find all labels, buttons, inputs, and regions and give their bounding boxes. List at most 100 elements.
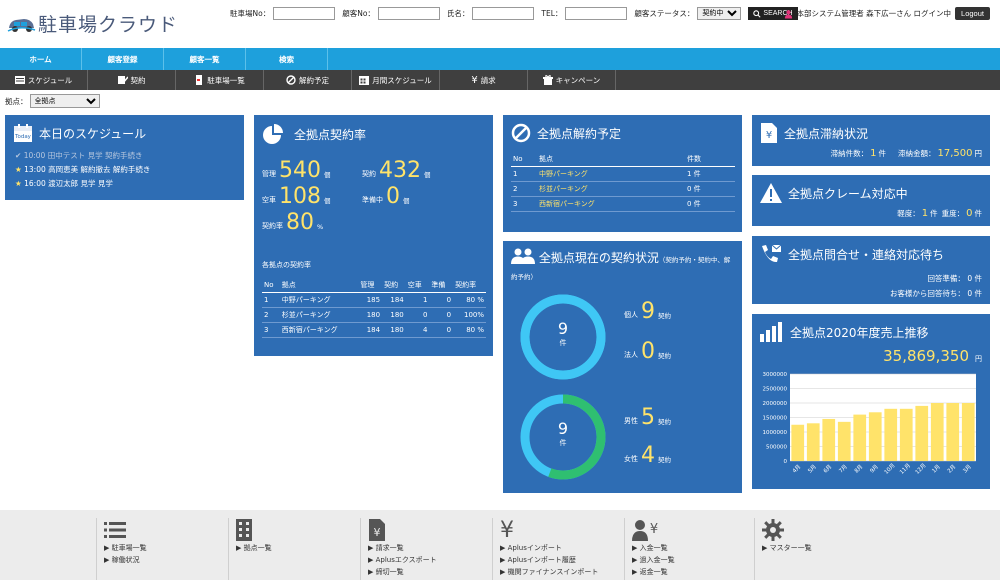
logout-button[interactable]: Logout bbox=[955, 7, 990, 20]
y-tick-label: 2000000 bbox=[763, 401, 788, 407]
nav-home[interactable]: ホーム bbox=[0, 48, 82, 70]
nav-parking-list[interactable]: 駐車場一覧 bbox=[176, 70, 264, 90]
bar-chart-icon bbox=[760, 322, 782, 342]
nav-monthly-schedule[interactable]: 月間スケジュール bbox=[352, 70, 440, 90]
contract-label: 契約 bbox=[362, 170, 376, 178]
schedule-panel: Today 本日のスケジュール ✔ 10:00 田中テスト 見学 契約手続き ★… bbox=[5, 115, 244, 200]
current-contracts-header: 全拠点現在の契約状況（契約予約・契約中、解約予約） bbox=[503, 241, 742, 285]
cell: 185 bbox=[358, 292, 383, 308]
vacant-count: 108 bbox=[279, 184, 321, 209]
gear-icon bbox=[762, 519, 784, 541]
footer-link-label: 締切一覧 bbox=[375, 568, 404, 576]
location-link[interactable]: 西新宿パーキング bbox=[537, 196, 685, 212]
logo[interactable]: 駐車場クラウド bbox=[6, 10, 178, 37]
location-link[interactable]: 中野パーキング bbox=[537, 166, 685, 182]
schedule-item[interactable]: ★ 16:00 渡辺太郎 見学 見学 bbox=[15, 177, 234, 191]
claims-light-unit: 件 bbox=[930, 209, 938, 218]
contract-count: 432 bbox=[379, 158, 421, 183]
sales-bar bbox=[915, 405, 929, 461]
name-input[interactable] bbox=[472, 7, 535, 20]
customer-no-input[interactable] bbox=[377, 7, 440, 20]
footer-link[interactable]: ▶ Aplusインポート履歴 bbox=[500, 554, 624, 566]
footer-link[interactable]: ▶ 入金一覧 bbox=[632, 542, 756, 554]
contract-rate-panel: 全拠点契約率 管理 540 個 契約 432 個 空車 108 個 準備中 0 … bbox=[254, 115, 493, 356]
current-contracts-title: 全拠点現在の契約状況 bbox=[538, 251, 659, 265]
cell: 3 bbox=[262, 322, 280, 338]
nav-customer-list[interactable]: 顧客一覧 bbox=[164, 48, 246, 70]
schedule-title: 本日のスケジュール bbox=[39, 126, 147, 141]
table-row[interactable]: 3 西新宿パーキング 0 件 bbox=[511, 196, 735, 212]
table-row[interactable]: 2 杉並パーキング 180 180 0 0 100% bbox=[262, 307, 486, 323]
sales-bar bbox=[946, 403, 960, 461]
footer-link[interactable]: ▶ 返金一覧 bbox=[632, 566, 756, 578]
nav-schedule-label: スケジュール bbox=[27, 75, 73, 85]
parking-no-label: 駐車場No： bbox=[230, 9, 271, 18]
footer-link[interactable]: ▶ Aplusエクスポート bbox=[368, 554, 492, 566]
footer-col-import: ¥ ▶ Aplusインポート ▶ Aplusインポート履歴 ▶ 機関ファイナンス… bbox=[492, 518, 624, 580]
location-select[interactable]: 全拠点 bbox=[29, 94, 100, 108]
footer-link[interactable]: ▶ 締切一覧 bbox=[368, 566, 492, 578]
managed-count: 540 bbox=[279, 158, 321, 183]
schedule-panel-header: Today 本日のスケジュール bbox=[5, 115, 244, 143]
sales-bar bbox=[837, 421, 851, 461]
location-rate-title: 各拠点の契約率 bbox=[262, 261, 311, 269]
tel-input[interactable] bbox=[565, 7, 628, 20]
footer-link[interactable]: ▶ 請求一覧 bbox=[368, 542, 492, 554]
nav-contract-label: 契約 bbox=[130, 75, 146, 85]
footer-link[interactable]: ▶ Aplusインポート bbox=[500, 542, 624, 554]
parking-no-input[interactable] bbox=[273, 7, 336, 20]
footer-link[interactable]: ▶ マスター一覧 bbox=[762, 542, 886, 554]
claims-heavy-label: 重度： bbox=[941, 209, 965, 218]
claims-heavy-unit: 件 bbox=[974, 209, 983, 218]
location-link[interactable]: 杉並パーキング bbox=[537, 181, 685, 197]
contract-rate-header: 全拠点契約率 bbox=[254, 115, 493, 145]
footer-col-master: ▶ マスター一覧 bbox=[754, 518, 886, 580]
nav-campaign[interactable]: キャンペーン bbox=[528, 70, 616, 90]
schedule-text: 高岡恵美 解約撤去 解約手続き bbox=[48, 165, 151, 174]
cell: 中野パーキング bbox=[279, 292, 359, 308]
table-row[interactable]: 2 杉並パーキング 0 件 bbox=[511, 181, 735, 197]
ring2-unit: 件 bbox=[559, 439, 567, 447]
footer-link[interactable]: ▶ 機関ファイナンスインポート bbox=[500, 566, 624, 578]
nav-customer-register[interactable]: 顧客登録 bbox=[82, 48, 164, 70]
vacant-unit: 個 bbox=[324, 197, 331, 205]
nav-search[interactable]: 検索 bbox=[246, 48, 328, 70]
claims-panel: 全拠点クレーム対応中 軽度： 1 件 重度： 0 件 bbox=[752, 175, 990, 226]
sales-bar bbox=[961, 403, 975, 461]
y-tick-label: 2500000 bbox=[763, 387, 788, 393]
table-row[interactable]: 3 西新宿パーキング 184 180 4 0 80 % bbox=[262, 322, 486, 338]
cell: 0 bbox=[429, 292, 454, 308]
sales-bar bbox=[868, 412, 882, 461]
cell: 180 bbox=[382, 307, 406, 323]
nav-campaign-label: キャンペーン bbox=[555, 75, 601, 85]
nav-billing[interactable]: ¥ 請求 bbox=[440, 70, 528, 90]
footer-link[interactable]: ▶ 過入金一覧 bbox=[632, 554, 756, 566]
x-tick-label: 9月 bbox=[869, 463, 880, 474]
footer-link-label: 拠点一覧 bbox=[243, 544, 272, 552]
y-tick-label: 1500000 bbox=[763, 416, 788, 422]
col-location: 拠点 bbox=[279, 278, 359, 293]
schedule-item[interactable]: ✔ 10:00 田中テスト 見学 契約手続き bbox=[15, 149, 234, 163]
footer-link[interactable]: ▶ 稼働状況 bbox=[104, 554, 228, 566]
footer-link[interactable]: ▶ 拠点一覧 bbox=[236, 542, 360, 554]
cell: 180 bbox=[358, 307, 383, 323]
schedule-item[interactable]: ★ 13:00 高岡恵美 解約撤去 解約手続き bbox=[15, 163, 234, 177]
status-select[interactable]: 契約中 bbox=[697, 7, 742, 20]
cell: 0 件 bbox=[685, 196, 735, 212]
arrears-amount-label: 滞納金額： bbox=[898, 149, 936, 158]
footer-link[interactable]: ▶ 駐車場一覧 bbox=[104, 542, 228, 554]
nav-cancel-plan[interactable]: 解約予定 bbox=[264, 70, 352, 90]
col-count: 件数 bbox=[685, 152, 735, 167]
schedule-text: 渡辺太郎 見学 見学 bbox=[48, 179, 113, 188]
table-row[interactable]: 1 中野パーキング 1 件 bbox=[511, 166, 735, 182]
location-filter: 拠点： 全拠点 bbox=[5, 94, 100, 108]
user-icon bbox=[784, 9, 792, 18]
nav-schedule[interactable]: スケジュール bbox=[0, 70, 88, 90]
nav-contract[interactable]: 契約 bbox=[88, 70, 176, 90]
parking-list-icon bbox=[196, 75, 203, 85]
sales-title: 全拠点2020年度売上推移 bbox=[790, 325, 929, 340]
warning-icon bbox=[760, 183, 782, 203]
table-row[interactable]: 1 中野パーキング 185 184 1 0 80 % bbox=[262, 292, 486, 308]
location-rate-table: No 拠点 管理 契約 空車 準備 契約率 1 中野パーキング 185 184 … bbox=[262, 278, 486, 338]
calendar-icon bbox=[359, 76, 370, 85]
